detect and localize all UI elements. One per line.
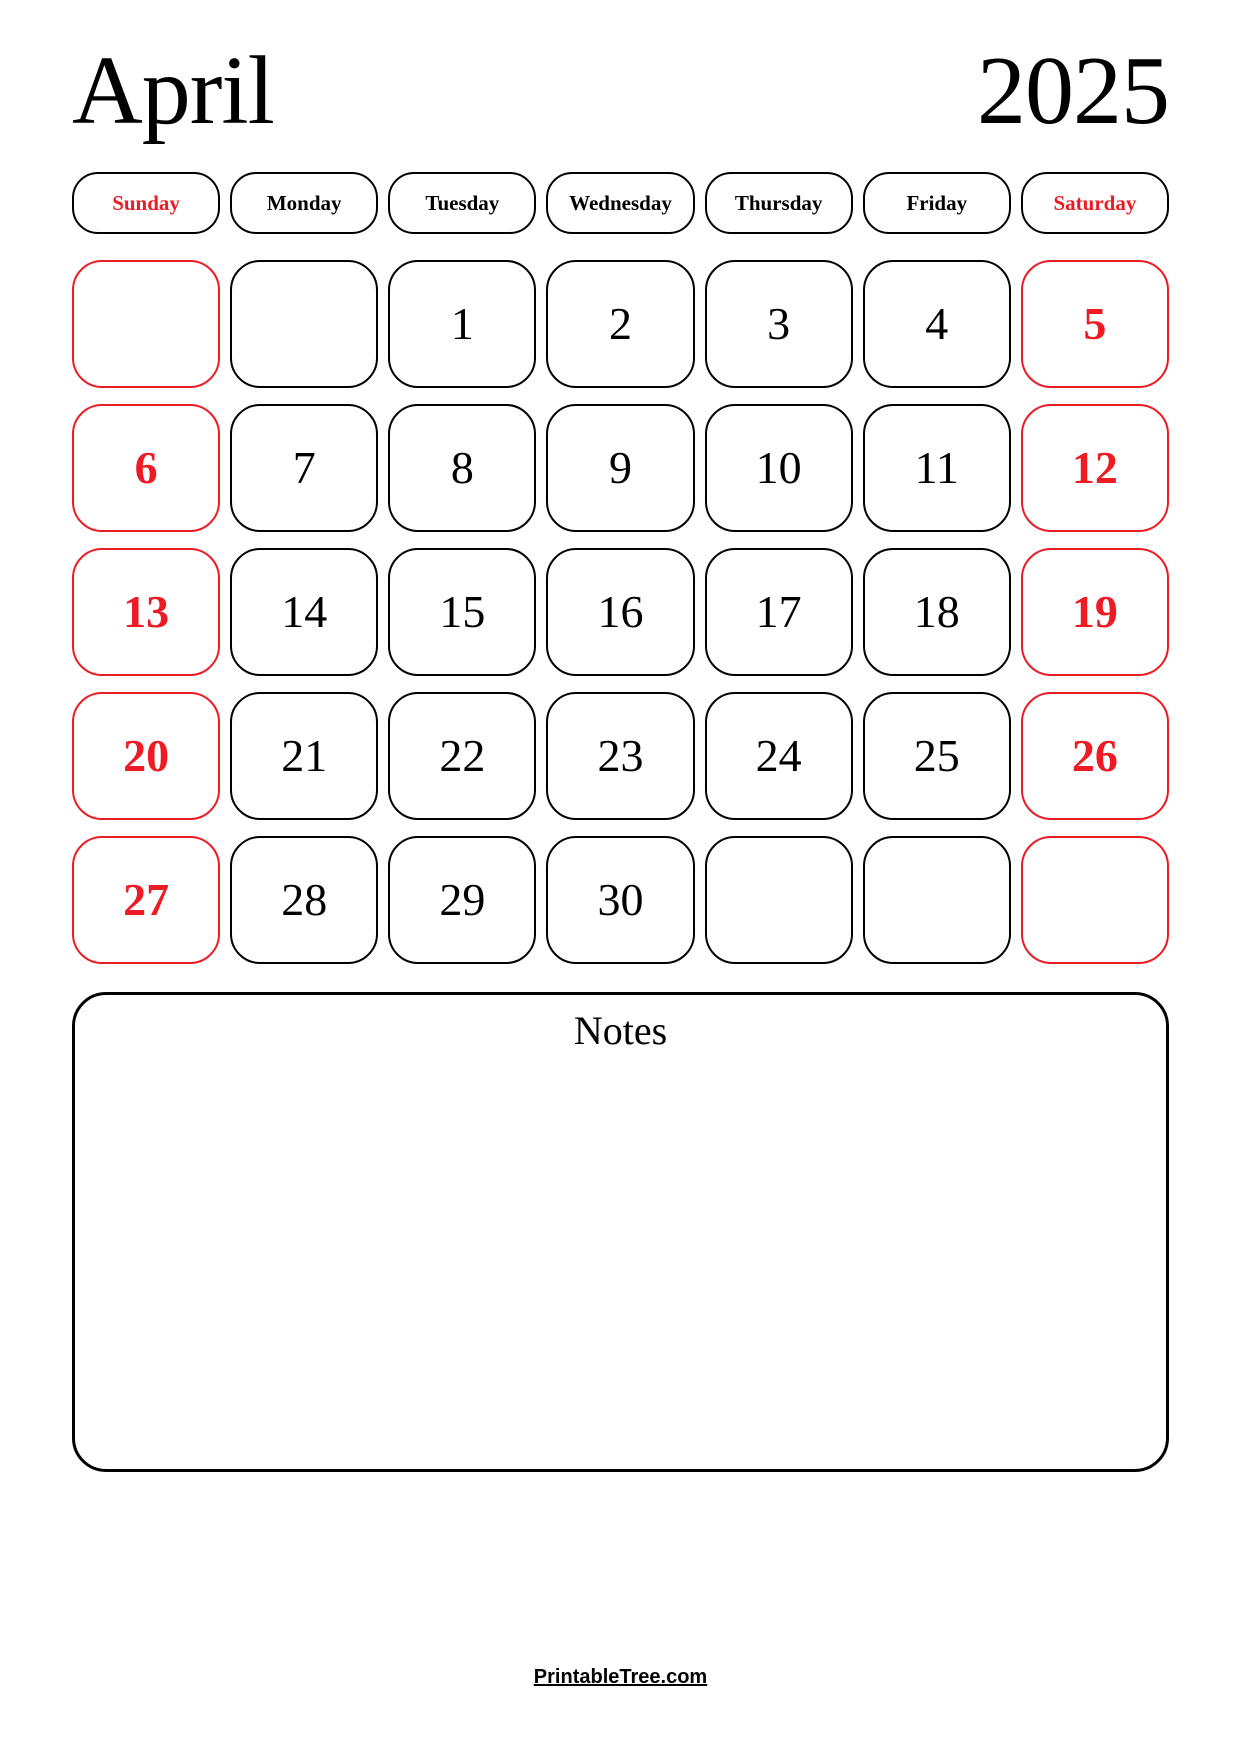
date-number: 3 — [767, 298, 791, 349]
date-cell[interactable]: 26 — [1020, 692, 1169, 820]
date-number: 7 — [292, 442, 316, 493]
date-number: 17 — [755, 586, 802, 637]
date-number: 28 — [281, 874, 328, 925]
date-number: 11 — [914, 442, 959, 493]
weekday-label: Tuesday — [425, 190, 500, 215]
date-cell[interactable]: 4 — [862, 260, 1011, 388]
date-cell[interactable]: 13 — [72, 548, 221, 676]
page-title-year: 2025 — [977, 37, 1170, 145]
date-cell[interactable]: 20 — [72, 692, 221, 820]
date-cell[interactable]: 17 — [704, 548, 853, 676]
weekday-header-tuesday: Tuesday — [388, 172, 537, 234]
date-cell[interactable]: 25 — [862, 692, 1011, 820]
date-cell[interactable] — [1020, 836, 1169, 964]
date-cell[interactable] — [862, 836, 1011, 964]
date-cell[interactable]: 30 — [546, 836, 695, 964]
date-cell[interactable]: 21 — [230, 692, 379, 820]
date-number: 30 — [597, 874, 644, 925]
date-cell[interactable]: 19 — [1020, 548, 1169, 676]
date-cell[interactable]: 28 — [230, 836, 379, 964]
date-cell[interactable]: 1 — [388, 260, 537, 388]
date-cell[interactable]: 10 — [704, 404, 853, 532]
date-cell[interactable]: 27 — [72, 836, 221, 964]
date-number: 29 — [439, 874, 486, 925]
calendar-page: April 2025 Sunday Monday Tuesday Wednesd… — [0, 0, 1241, 1755]
weekday-label: Wednesday — [569, 190, 672, 215]
weekday-header-sunday: Sunday — [72, 172, 221, 234]
date-cell[interactable]: 12 — [1020, 404, 1169, 532]
date-cell[interactable]: 24 — [704, 692, 853, 820]
date-number: 18 — [913, 586, 960, 637]
weekday-label: Saturday — [1053, 190, 1137, 215]
date-number: 23 — [597, 730, 644, 781]
weekday-header-thursday: Thursday — [704, 172, 853, 234]
date-cell[interactable]: 16 — [546, 548, 695, 676]
printabletree-link[interactable]: PrintableTree.com — [534, 1666, 707, 1688]
date-number: 12 — [1071, 442, 1118, 493]
date-number: 9 — [608, 442, 632, 493]
date-number: 19 — [1071, 586, 1118, 637]
date-cell[interactable]: 18 — [862, 548, 1011, 676]
date-cell[interactable] — [704, 836, 853, 964]
date-number: 8 — [450, 442, 474, 493]
weekday-label: Sunday — [112, 190, 180, 215]
footer: PrintableTree.com — [0, 1666, 1241, 1689]
date-cell[interactable]: 11 — [862, 404, 1011, 532]
notes-title: Notes — [573, 1008, 668, 1053]
date-cell[interactable]: 5 — [1020, 260, 1169, 388]
weekday-label: Monday — [266, 190, 342, 215]
date-number: 21 — [281, 730, 328, 781]
date-grid: 1 2 3 4 5 6 7 8 9 10 11 12 13 14 15 16 1… — [72, 260, 1169, 964]
date-number: 26 — [1071, 730, 1118, 781]
date-cell[interactable] — [230, 260, 379, 388]
date-number: 16 — [597, 586, 644, 637]
page-title-month: April — [72, 37, 275, 145]
date-number: 1 — [450, 298, 474, 349]
notes-box[interactable]: Notes — [72, 992, 1169, 1472]
date-cell[interactable]: 2 — [546, 260, 695, 388]
date-number: 20 — [123, 730, 170, 781]
date-number: 13 — [123, 586, 170, 637]
date-number: 22 — [439, 730, 486, 781]
date-number: 25 — [913, 730, 960, 781]
weekday-header-monday: Monday — [230, 172, 379, 234]
date-number: 24 — [755, 730, 802, 781]
date-number: 15 — [439, 586, 486, 637]
date-number: 6 — [134, 442, 158, 493]
date-number: 10 — [755, 442, 802, 493]
date-cell[interactable]: 7 — [230, 404, 379, 532]
weekday-header-friday: Friday — [862, 172, 1011, 234]
weekday-header-wednesday: Wednesday — [546, 172, 695, 234]
weekday-label: Thursday — [734, 190, 823, 215]
date-cell[interactable]: 6 — [72, 404, 221, 532]
date-cell[interactable]: 14 — [230, 548, 379, 676]
date-number: 4 — [925, 298, 949, 349]
date-number: 2 — [608, 298, 632, 349]
date-cell[interactable]: 9 — [546, 404, 695, 532]
weekday-header-saturday: Saturday — [1020, 172, 1169, 234]
date-cell[interactable]: 22 — [388, 692, 537, 820]
date-number: 14 — [281, 586, 328, 637]
date-cell[interactable]: 29 — [388, 836, 537, 964]
date-cell[interactable] — [72, 260, 221, 388]
calendar-title-row: April 2025 — [72, 0, 1170, 150]
weekday-header-row: Sunday Monday Tuesday Wednesday Thursday… — [72, 172, 1169, 234]
date-number: 5 — [1083, 298, 1107, 349]
date-cell[interactable]: 15 — [388, 548, 537, 676]
date-cell[interactable]: 8 — [388, 404, 537, 532]
date-cell[interactable]: 23 — [546, 692, 695, 820]
date-number: 27 — [123, 874, 170, 925]
weekday-label: Friday — [906, 190, 968, 215]
date-cell[interactable]: 3 — [704, 260, 853, 388]
